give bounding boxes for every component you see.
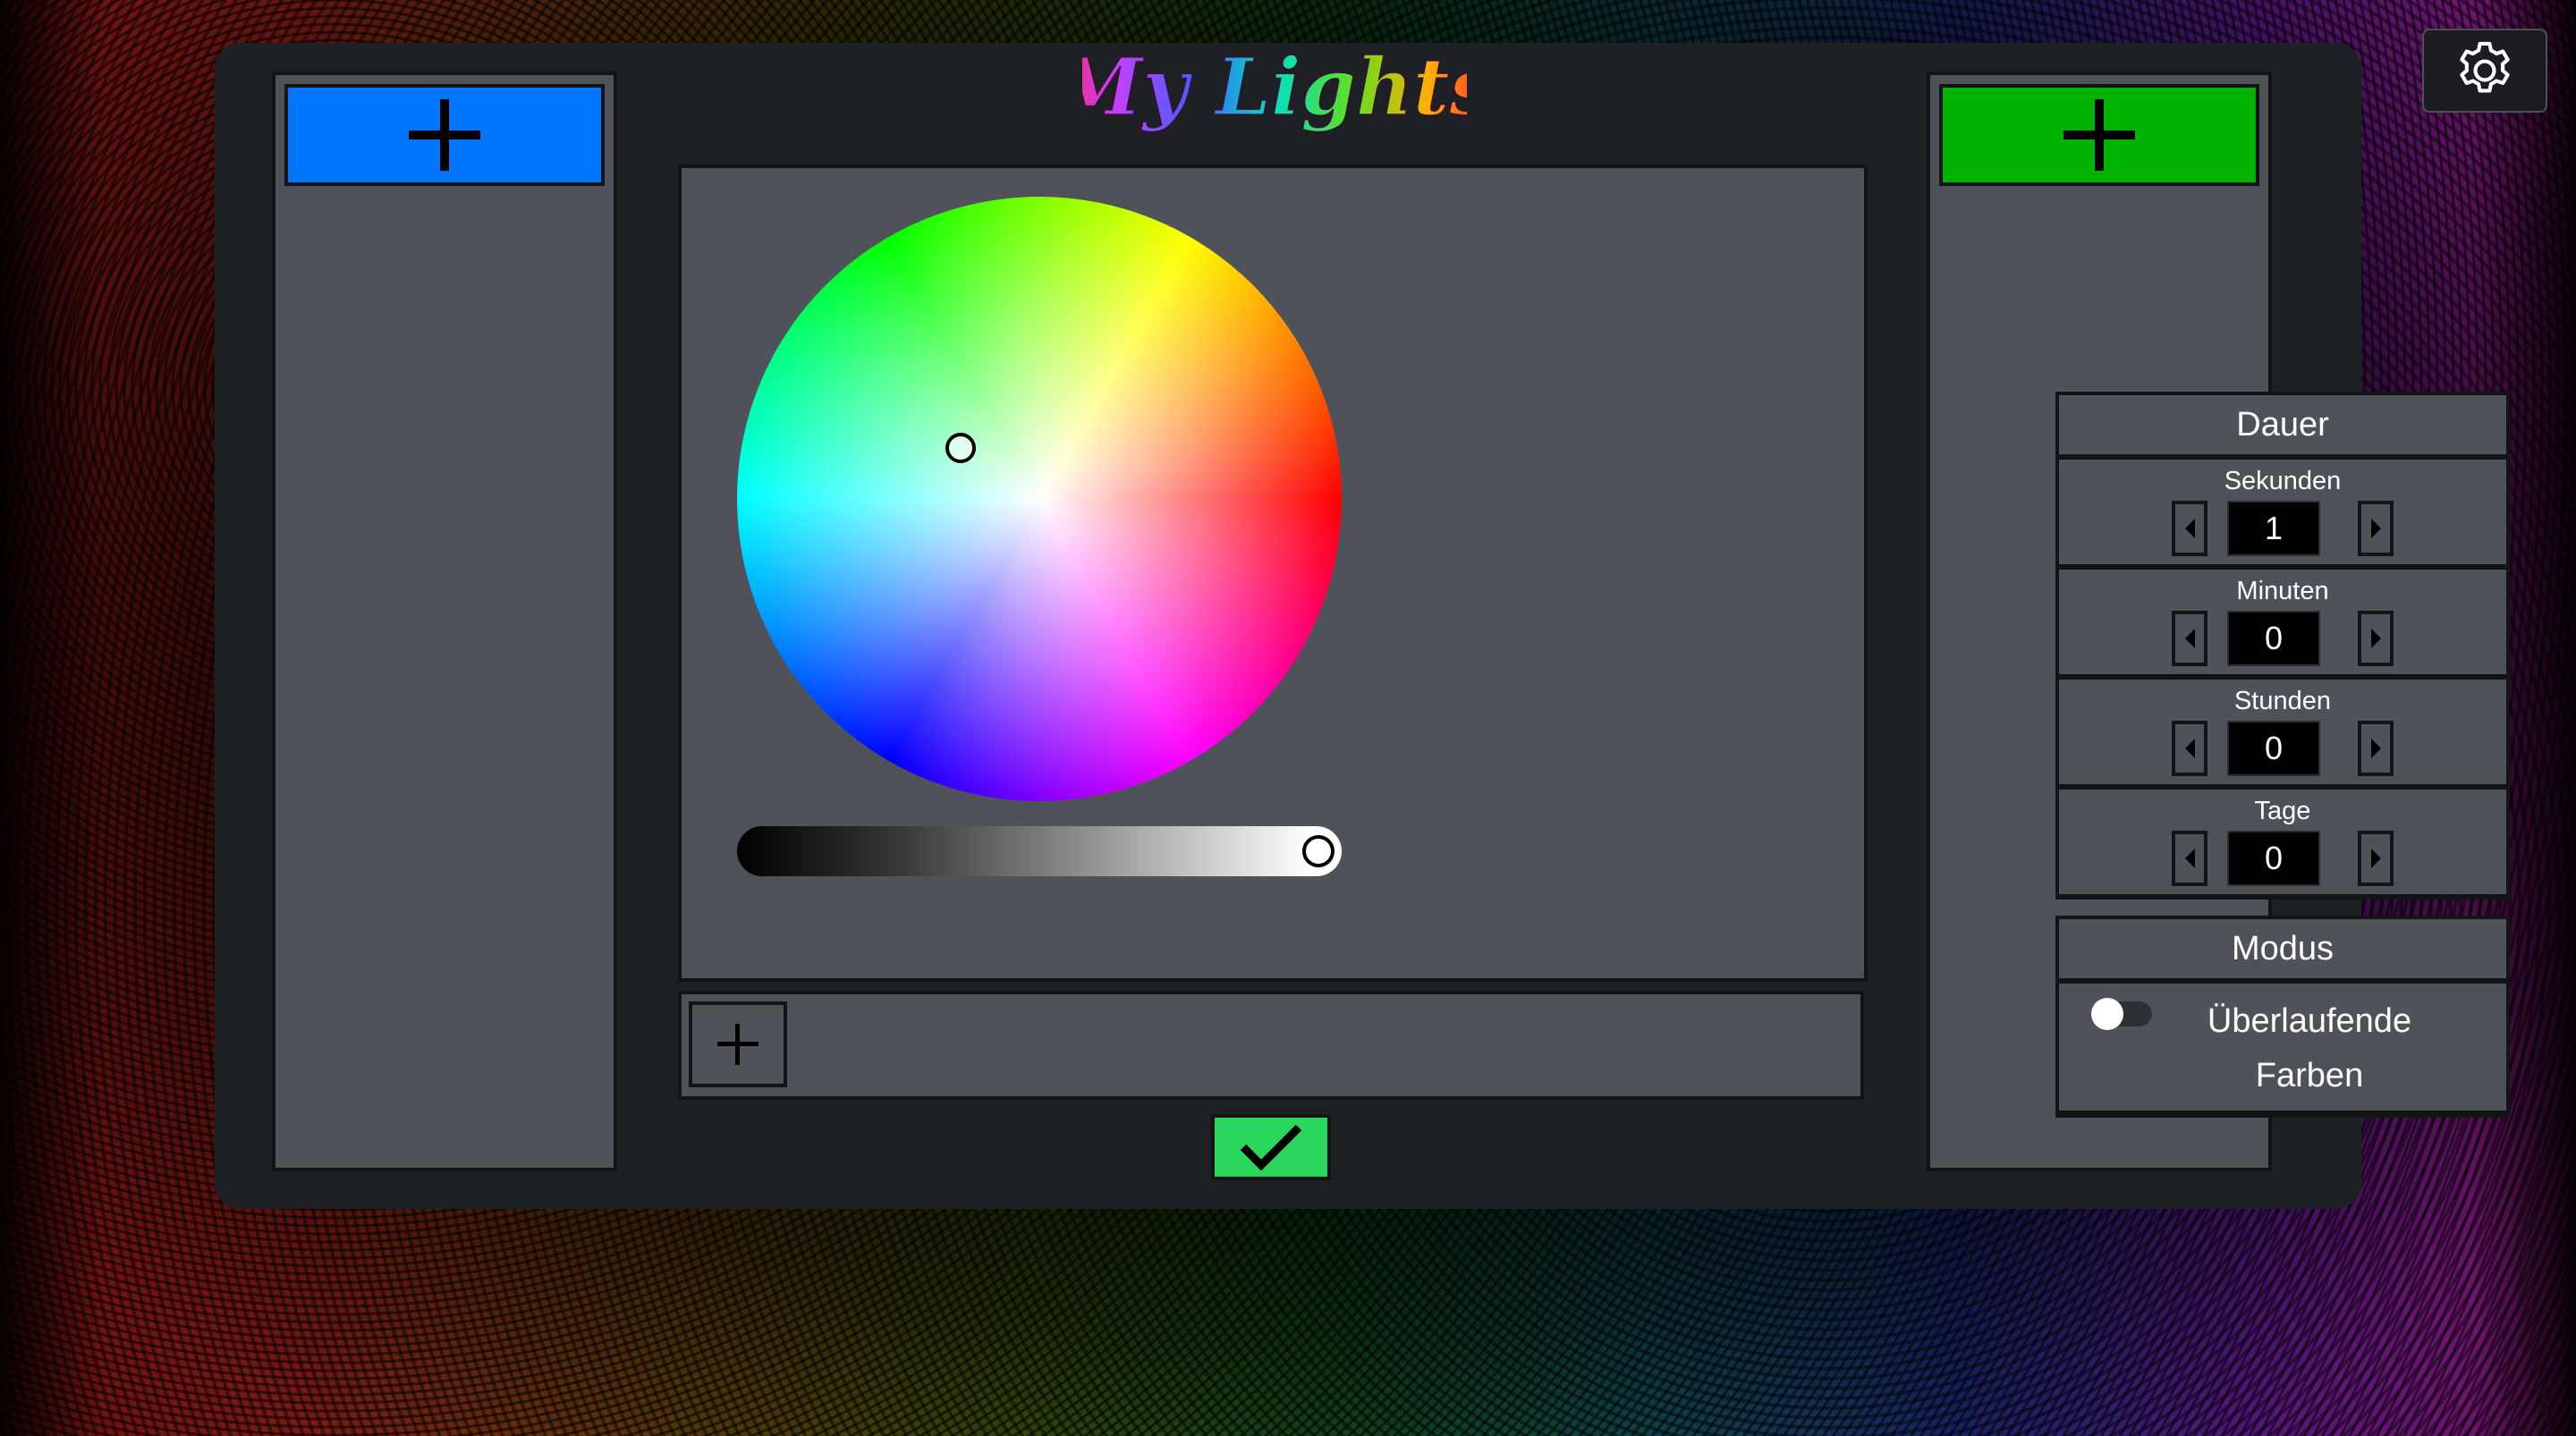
arrow-left-icon	[2184, 739, 2195, 758]
color-sequence-strip	[678, 991, 1864, 1100]
arrow-right-icon	[2370, 519, 2381, 538]
checkmark-icon	[1240, 1124, 1302, 1170]
seconds-increment-button[interactable]	[2358, 501, 2394, 556]
hours-decrement-button[interactable]	[2172, 721, 2207, 776]
arrow-left-icon	[2184, 629, 2195, 648]
minutes-increment-button[interactable]	[2358, 611, 2394, 666]
days-label: Tage	[2254, 797, 2311, 825]
days-decrement-button[interactable]	[2172, 831, 2207, 886]
plus-icon	[2063, 99, 2135, 171]
hours-value[interactable]: 0	[2227, 721, 2320, 776]
hours-increment-button[interactable]	[2358, 721, 2394, 776]
minutes-row: Minuten 0	[2059, 570, 2506, 674]
plus-icon	[409, 99, 480, 171]
plus-icon	[717, 1024, 758, 1065]
days-value[interactable]: 0	[2227, 831, 2320, 886]
app-title: My Lights	[1082, 45, 1467, 133]
brightness-slider-knob[interactable]	[1302, 835, 1335, 867]
confirm-button[interactable]	[1211, 1114, 1331, 1180]
mode-panel: Modus Überlaufende Farben	[2055, 916, 2510, 1118]
arrow-left-icon	[2184, 849, 2195, 868]
right-add-button[interactable]	[1939, 84, 2259, 186]
fade-colors-label: Überlaufende Farben	[2207, 1002, 2412, 1094]
fade-colors-toggle[interactable]	[2091, 998, 2152, 1030]
add-color-button[interactable]	[689, 1001, 787, 1087]
arrow-right-icon	[2370, 629, 2381, 648]
duration-panel: Dauer Sekunden 1 Minuten 0 Stunden 0 Tag…	[2055, 392, 2510, 900]
settings-button[interactable]	[2422, 29, 2547, 113]
color-wheel[interactable]	[737, 197, 1342, 801]
arrow-right-icon	[2370, 849, 2381, 868]
seconds-row: Sekunden 1	[2059, 460, 2506, 564]
toggle-knob[interactable]	[2091, 998, 2123, 1030]
app-logo: My Lights	[1082, 45, 1467, 134]
color-wheel-cursor[interactable]	[945, 433, 976, 463]
arrow-right-icon	[2370, 739, 2381, 758]
hours-label: Stunden	[2233, 687, 2332, 715]
minutes-label: Minuten	[2236, 577, 2329, 605]
duration-title: Dauer	[2059, 395, 2506, 454]
seconds-value[interactable]: 1	[2227, 501, 2320, 556]
days-increment-button[interactable]	[2358, 831, 2394, 886]
left-add-button[interactable]	[284, 84, 605, 186]
seconds-label: Sekunden	[2224, 467, 2342, 495]
arrow-left-icon	[2184, 519, 2195, 538]
minutes-value[interactable]: 0	[2227, 611, 2320, 666]
light-editor: Dauer Sekunden 1 Minuten 0 Stunden 0 Tag…	[678, 165, 2510, 1118]
gear-icon	[2460, 41, 2510, 93]
seconds-decrement-button[interactable]	[2172, 501, 2207, 556]
minutes-decrement-button[interactable]	[2172, 611, 2207, 666]
mode-body: Überlaufende Farben	[2059, 984, 2506, 1111]
mode-title: Modus	[2059, 919, 2506, 978]
brightness-slider[interactable]	[737, 826, 1342, 876]
hours-row: Stunden 0	[2059, 680, 2506, 784]
main-panel: My Lights Dauer Sekunden 1 Minuten 0 Stu…	[215, 43, 2510, 1209]
days-row: Tage 0	[2059, 790, 2506, 894]
left-sidebar	[272, 72, 617, 1171]
